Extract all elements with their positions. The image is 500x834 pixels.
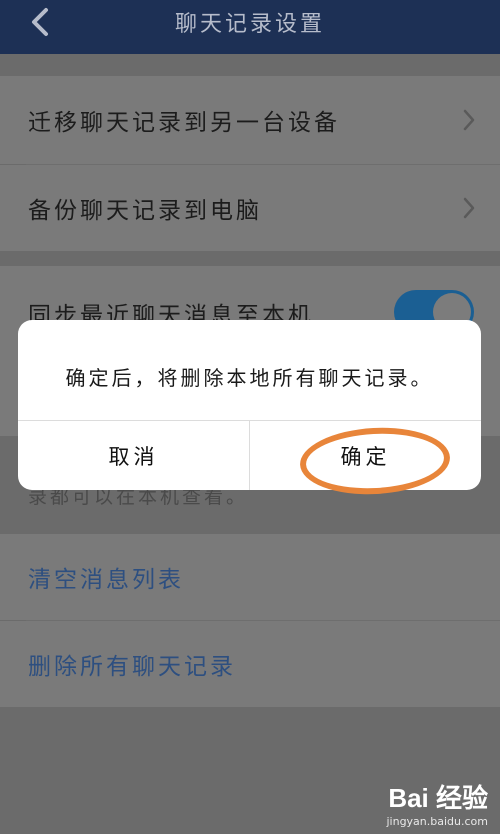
chevron-right-icon <box>463 197 475 219</box>
dialog-message: 确定后，将删除本地所有聊天记录。 <box>65 366 434 390</box>
delete-all-records-label: 删除所有聊天记录 <box>28 654 236 680</box>
clear-message-list[interactable]: 清空消息列表 <box>0 534 500 620</box>
settings-item-backup[interactable]: 备份聊天记录到电脑 <box>0 165 500 251</box>
cancel-button[interactable]: 取消 <box>18 421 249 490</box>
settings-item-label: 迁移聊天记录到另一台设备 <box>28 110 340 136</box>
confirm-dialog: 确定后，将删除本地所有聊天记录。 取消 确定 <box>18 320 481 490</box>
settings-item-migrate[interactable]: 迁移聊天记录到另一台设备 <box>0 76 500 164</box>
confirm-button[interactable]: 确定 <box>250 421 481 490</box>
chevron-right-icon <box>463 109 475 131</box>
settings-item-label: 备份聊天记录到电脑 <box>28 198 262 224</box>
watermark-brand: Bai 经验 <box>388 783 488 813</box>
nav-bar: 聊天记录设置 <box>0 0 500 54</box>
watermark-url: jingyan.baidu.com <box>386 815 488 828</box>
clear-message-list-label: 清空消息列表 <box>28 567 184 593</box>
page-title: 聊天记录设置 <box>174 12 325 37</box>
delete-all-records[interactable]: 删除所有聊天记录 <box>0 621 500 707</box>
watermark: Bai 经验 jingyan.baidu.com <box>386 778 488 828</box>
